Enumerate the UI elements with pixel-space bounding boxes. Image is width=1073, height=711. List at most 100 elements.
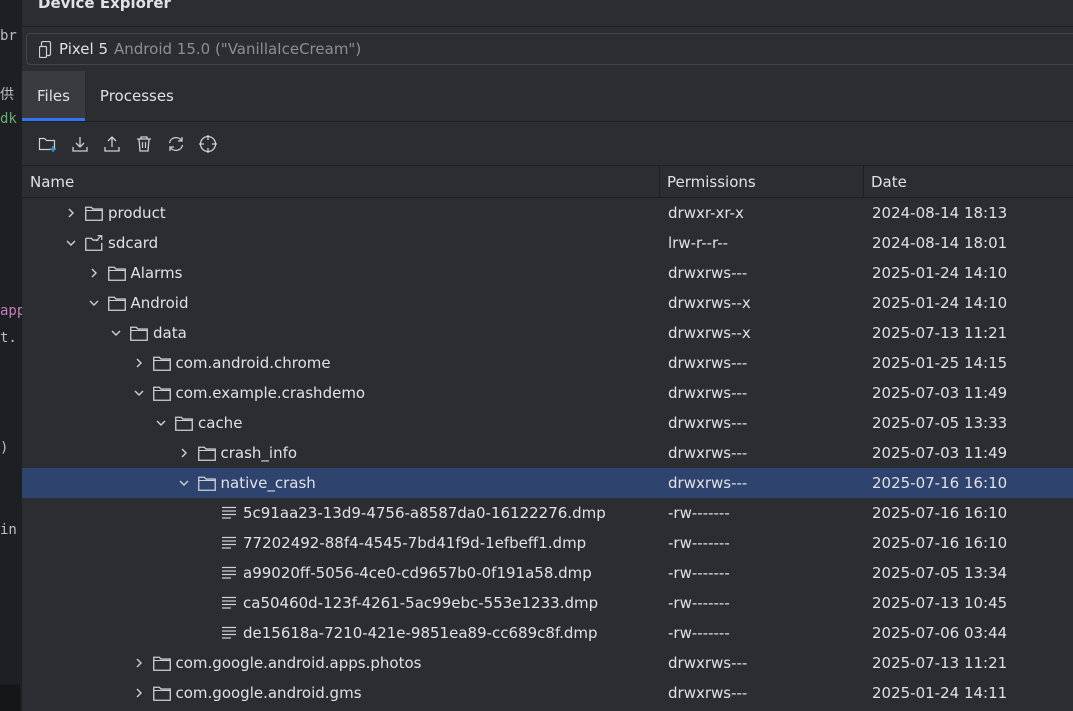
chevron-right-icon[interactable] — [131, 355, 147, 371]
row-name-label: com.google.android.gms — [175, 684, 362, 702]
folder-icon — [197, 445, 216, 461]
column-header-date[interactable]: Date — [871, 166, 907, 197]
title-separator — [22, 26, 1073, 27]
device-os: Android 15.0 ("VanillaIceCream") — [114, 40, 362, 58]
row-name-label: product — [108, 204, 166, 222]
row-name-cell: crash_info — [176, 438, 297, 468]
folder-row[interactable]: com.android.chrome drwxrws--- 2025-01-25 1… — [22, 348, 1073, 378]
row-name-label: ca50460d-123f-4261-5ac99ebc-553e1233.dmp — [243, 594, 599, 612]
file-text-icon — [220, 565, 238, 581]
folder-row[interactable]: com.google.android.apps.photos drwxrws---… — [22, 648, 1073, 678]
chevron-down-icon[interactable] — [176, 475, 192, 491]
row-name-label: sdcard — [108, 234, 159, 252]
column-header-name[interactable]: Name — [30, 166, 74, 197]
file-tree: product drwxr-xr-x 2024-08-14 18:13 sdcard l… — [22, 198, 1073, 708]
tab-bar: Files Processes — [22, 71, 1073, 121]
row-date: 2025-01-24 14:10 — [872, 264, 1008, 282]
row-name-cell: 77202492-88f4-4545-7bd41f9d-1efbeff1.dmp — [198, 528, 586, 558]
row-name-cell: product — [63, 198, 166, 228]
upload-button[interactable] — [100, 132, 124, 156]
chevron-right-icon[interactable] — [131, 655, 147, 671]
row-permissions: drwxrws--- — [668, 414, 748, 432]
file-row[interactable]: a99020ff-5056-4ce0-cd9657b0-0f191a58.dmp… — [22, 558, 1073, 588]
row-date: 2024-08-14 18:01 — [872, 234, 1008, 252]
folder-link-icon — [85, 235, 103, 251]
folder-row[interactable]: com.example.crashdemo drwxrws--- 2025-07-0… — [22, 378, 1073, 408]
row-permissions: lrw-r--r-- — [668, 234, 729, 252]
row-date: 2025-07-16 16:10 — [872, 474, 1008, 492]
row-date: 2025-07-05 13:34 — [872, 564, 1008, 582]
file-row[interactable]: 77202492-88f4-4545-7bd41f9d-1efbeff1.dmp… — [22, 528, 1073, 558]
toolbar — [36, 131, 220, 157]
folder-row[interactable]: Android drwxrws--x 2025-01-24 14:10 — [22, 288, 1073, 318]
new-folder-button[interactable] — [36, 132, 60, 156]
folder-row[interactable]: Alarms drwxrws--- 2025-01-24 14:10 — [22, 258, 1073, 288]
device-selector[interactable]: Pixel 5 Android 15.0 ("VanillaIceCream") — [26, 33, 1073, 65]
locate-button[interactable] — [196, 132, 220, 156]
row-date: 2025-01-24 14:11 — [872, 684, 1008, 702]
folder-row[interactable]: sdcard lrw-r--r-- 2024-08-14 18:01 — [22, 228, 1073, 258]
row-name-label: Alarms — [130, 264, 183, 282]
editor-code-fragment: ) — [0, 440, 9, 456]
row-name-cell: com.google.android.gms — [131, 678, 362, 708]
folder-icon — [107, 265, 126, 281]
download-button[interactable] — [68, 132, 92, 156]
row-permissions: drwxrws--- — [668, 354, 748, 372]
row-name-label: data — [153, 324, 187, 342]
row-name-cell: cache — [153, 408, 242, 438]
chevron-right-icon[interactable] — [131, 685, 147, 701]
row-name-label: native_crash — [220, 474, 316, 492]
chevron-right-icon[interactable] — [176, 445, 192, 461]
file-row[interactable]: ca50460d-123f-4261-5ac99ebc-553e1233.dmp… — [22, 588, 1073, 618]
sync-button[interactable] — [164, 132, 188, 156]
column-divider[interactable] — [659, 166, 660, 197]
row-permissions: drwxrws--x — [668, 294, 751, 312]
row-name-cell: com.android.chrome — [131, 348, 331, 378]
file-row[interactable]: de15618a-7210-421e-9851ea89-cc689c8f.dmp… — [22, 618, 1073, 648]
column-header-permissions[interactable]: Permissions — [667, 166, 756, 197]
chevron-down-icon[interactable] — [153, 415, 169, 431]
row-name-label: com.example.crashdemo — [175, 384, 366, 402]
tab-files[interactable]: Files — [22, 71, 85, 121]
row-date: 2025-07-13 10:45 — [872, 594, 1008, 612]
folder-row[interactable]: cache drwxrws--- 2025-07-05 13:33 — [22, 408, 1073, 438]
folder-row[interactable]: data drwxrws--x 2025-07-13 11:21 — [22, 318, 1073, 348]
chevron-right-icon[interactable] — [63, 205, 79, 221]
chevron-down-icon[interactable] — [63, 235, 79, 251]
column-divider[interactable] — [863, 166, 864, 197]
folder-icon — [175, 415, 193, 431]
folder-icon — [152, 685, 171, 701]
folder-row[interactable]: crash_info drwxrws--- 2025-07-03 11:49 — [22, 438, 1073, 468]
file-text-icon — [220, 595, 238, 611]
chevron-down-icon[interactable] — [131, 385, 147, 401]
row-permissions: -rw------- — [668, 594, 730, 612]
tab-processes[interactable]: Processes — [85, 71, 189, 121]
file-text-icon — [220, 505, 238, 521]
row-date: 2025-07-03 11:49 — [872, 444, 1008, 462]
folder-row[interactable]: product drwxr-xr-x 2024-08-14 18:13 — [22, 198, 1073, 228]
folder-row[interactable]: native_crash drwxrws--- 2025-07-16 16:10 — [22, 468, 1073, 498]
chevron-down-icon[interactable] — [86, 295, 102, 311]
folder-row[interactable]: com.google.android.gms drwxrws--- 2025-01-… — [22, 678, 1073, 708]
device-phone-icon — [39, 40, 55, 58]
row-permissions: -rw------- — [668, 504, 730, 522]
download-icon — [72, 137, 88, 152]
row-name-label: 77202492-88f4-4545-7bd41f9d-1efbeff1.dmp — [243, 534, 587, 552]
delete-button[interactable] — [132, 132, 156, 156]
chevron-down-icon[interactable] — [108, 325, 124, 341]
row-name-cell: a99020ff-5056-4ce0-cd9657b0-0f191a58.dmp — [198, 558, 592, 588]
row-date: 2025-07-06 03:44 — [872, 624, 1008, 642]
chevron-right-icon[interactable] — [86, 265, 102, 281]
row-date: 2025-07-16 16:10 — [872, 534, 1008, 552]
row-date: 2025-07-13 11:21 — [872, 654, 1008, 672]
row-permissions: drwxrws--- — [668, 384, 748, 402]
editor-code-fragment: br — [0, 28, 17, 44]
row-permissions: drwxrws--x — [668, 324, 751, 342]
editor-bottom — [0, 685, 20, 711]
row-date: 2024-08-14 18:13 — [872, 204, 1008, 222]
folder-icon — [107, 295, 126, 311]
row-date: 2025-07-16 16:10 — [872, 504, 1008, 522]
file-row[interactable]: 5c91aa23-13d9-4756-a8587da0-16122276.dmp… — [22, 498, 1073, 528]
